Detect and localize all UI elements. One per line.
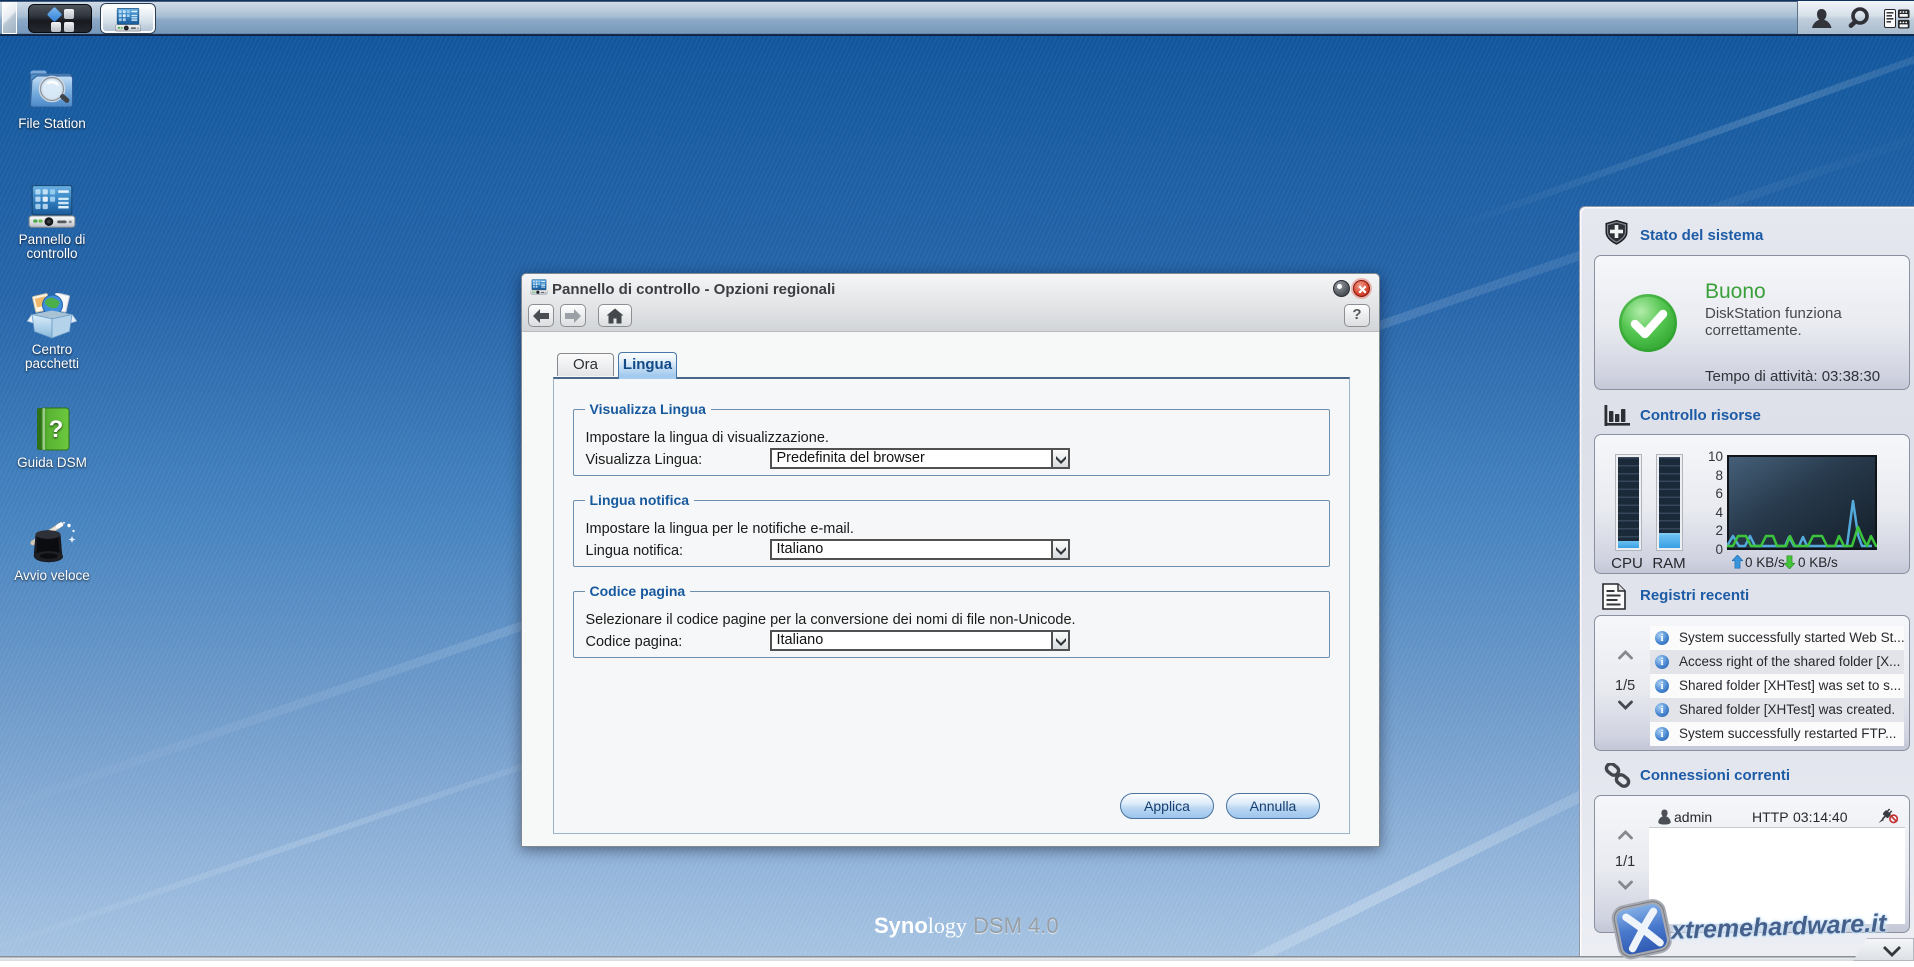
svg-text:?: ? [49,416,64,443]
